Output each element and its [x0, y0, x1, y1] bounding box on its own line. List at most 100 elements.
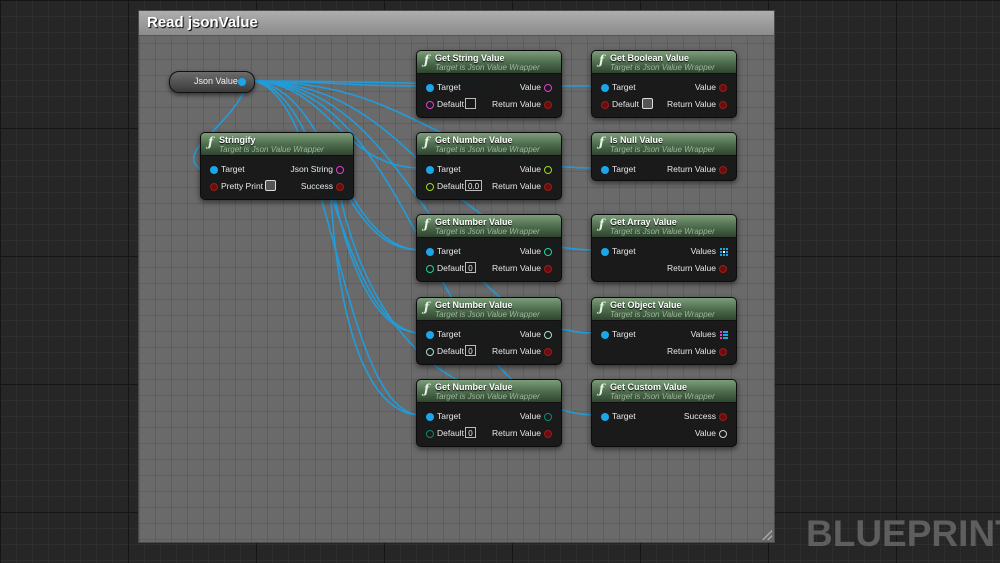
target-label: Target [612, 246, 636, 256]
function-icon: ƒ [424, 217, 430, 231]
node-title: Is Null Value [610, 135, 664, 145]
node-title: Stringify [219, 135, 256, 145]
target-pin[interactable] [426, 166, 434, 174]
return-value-pin[interactable] [544, 430, 552, 438]
target-pin[interactable] [601, 166, 609, 174]
return-value-label: Return Value [667, 263, 716, 273]
default-pin[interactable] [426, 265, 434, 273]
get-array-value-node[interactable]: ƒ Get Array Value Target is Json Value W… [591, 214, 737, 282]
node-subtitle: Target is Json Value Wrapper [610, 227, 715, 236]
return-value-pin[interactable] [719, 348, 727, 356]
node-header[interactable]: ƒ Get Boolean Value Target is Json Value… [592, 51, 736, 74]
default-pin[interactable] [426, 348, 434, 356]
target-pin[interactable] [601, 331, 609, 339]
return-value-pin[interactable] [719, 166, 727, 174]
target-pin[interactable] [210, 166, 218, 174]
get-boolean-value-node[interactable]: ƒ Get Boolean Value Target is Json Value… [591, 50, 737, 118]
values-label: Values [690, 246, 716, 256]
node-title: Get Object Value [610, 300, 682, 310]
json-string-pin[interactable] [336, 166, 344, 174]
default-pin[interactable] [601, 101, 609, 109]
return-value-pin[interactable] [544, 348, 552, 356]
resize-grip-icon[interactable] [762, 530, 772, 540]
get-number-value-node[interactable]: ƒ Get Number Value Target is Json Value … [416, 379, 562, 447]
node-header[interactable]: ƒ Get Number Value Target is Json Value … [417, 215, 561, 238]
return-value-pin[interactable] [719, 265, 727, 273]
node-subtitle: Target is Json Value Wrapper [219, 145, 324, 154]
pretty-print-checkbox[interactable] [265, 180, 276, 191]
value-pin[interactable] [719, 430, 727, 438]
node-subtitle: Target is Json Value Wrapper [435, 310, 540, 319]
return-value-label: Return Value [667, 164, 716, 174]
comment-header[interactable]: Read jsonValue [139, 11, 774, 36]
node-title: Get Number Value [435, 217, 513, 227]
success-label: Success [683, 411, 716, 421]
node-title: Get String Value [435, 53, 505, 63]
node-title: Get Custom Value [610, 382, 688, 392]
node-subtitle: Target is Json Value Wrapper [435, 392, 540, 401]
default-input[interactable] [465, 98, 476, 109]
get-custom-value-node[interactable]: ƒ Get Custom Value Target is Json Value … [591, 379, 737, 447]
default-input[interactable]: 0 [465, 345, 476, 356]
json-string-label: Json String [290, 164, 333, 174]
value-pin[interactable] [544, 331, 552, 339]
node-subtitle: Target is Json Value Wrapper [435, 227, 540, 236]
array-grid-pin-icon[interactable] [720, 248, 728, 256]
value-label: Value [519, 82, 541, 92]
node-header[interactable]: ƒ Get String Value Target is Json Value … [417, 51, 561, 74]
target-pin[interactable] [601, 248, 609, 256]
default-pin[interactable] [426, 183, 434, 191]
get-number-value-node[interactable]: ƒ Get Number Value Target is Json Value … [416, 132, 562, 200]
is-null-value-node[interactable]: ƒ Is Null Value Target is Json Value Wra… [591, 132, 737, 181]
success-pin[interactable] [719, 413, 727, 421]
default-pin[interactable] [426, 101, 434, 109]
node-header[interactable]: ƒ Get Object Value Target is Json Value … [592, 298, 736, 321]
return-value-pin[interactable] [719, 101, 727, 109]
pretty-print-pin[interactable] [210, 183, 218, 191]
json-value-variable[interactable]: Json Value [169, 71, 255, 93]
success-pin[interactable] [336, 183, 344, 191]
node-header[interactable]: ƒ Get Array Value Target is Json Value W… [592, 215, 736, 238]
return-value-label: Return Value [667, 346, 716, 356]
target-pin[interactable] [601, 413, 609, 421]
function-icon: ƒ [599, 300, 605, 314]
node-subtitle: Target is Json Value Wrapper [610, 145, 715, 154]
return-value-pin[interactable] [544, 265, 552, 273]
default-checkbox[interactable] [642, 98, 653, 109]
node-header[interactable]: ƒ Get Custom Value Target is Json Value … [592, 380, 736, 403]
return-value-pin[interactable] [544, 101, 552, 109]
value-pin[interactable] [719, 84, 727, 92]
value-pin[interactable] [544, 166, 552, 174]
target-pin[interactable] [426, 331, 434, 339]
target-label: Target [612, 164, 636, 174]
function-icon: ƒ [424, 300, 430, 314]
default-pin[interactable] [426, 430, 434, 438]
target-pin[interactable] [426, 84, 434, 92]
node-header[interactable]: ƒ Get Number Value Target is Json Value … [417, 298, 561, 321]
default-input[interactable]: 0.0 [465, 180, 483, 191]
node-header[interactable]: ƒ Stringify Target is Json Value Wrapper [201, 133, 353, 156]
default-input[interactable]: 0 [465, 427, 476, 438]
node-header[interactable]: ƒ Get Number Value Target is Json Value … [417, 133, 561, 156]
get-number-value-node[interactable]: ƒ Get Number Value Target is Json Value … [416, 297, 562, 365]
target-pin[interactable] [426, 413, 434, 421]
default-input[interactable]: 0 [465, 262, 476, 273]
target-pin[interactable] [601, 84, 609, 92]
node-title: Get Boolean Value [610, 53, 690, 63]
value-pin[interactable] [544, 84, 552, 92]
stringify-node[interactable]: ƒ Stringify Target is Json Value Wrapper… [200, 132, 354, 200]
get-object-value-node[interactable]: ƒ Get Object Value Target is Json Value … [591, 297, 737, 365]
get-number-value-node[interactable]: ƒ Get Number Value Target is Json Value … [416, 214, 562, 282]
node-header[interactable]: ƒ Is Null Value Target is Json Value Wra… [592, 133, 736, 156]
node-title: Get Number Value [435, 135, 513, 145]
node-header[interactable]: ƒ Get Number Value Target is Json Value … [417, 380, 561, 403]
target-pin[interactable] [426, 248, 434, 256]
get-string-value-node[interactable]: ƒ Get String Value Target is Json Value … [416, 50, 562, 118]
json-value-output-pin[interactable] [238, 78, 246, 86]
blueprint-watermark: BLUEPRINT [806, 513, 1000, 554]
value-pin[interactable] [544, 413, 552, 421]
map-pin-icon[interactable] [720, 331, 728, 339]
function-icon: ƒ [208, 135, 214, 149]
return-value-pin[interactable] [544, 183, 552, 191]
value-pin[interactable] [544, 248, 552, 256]
